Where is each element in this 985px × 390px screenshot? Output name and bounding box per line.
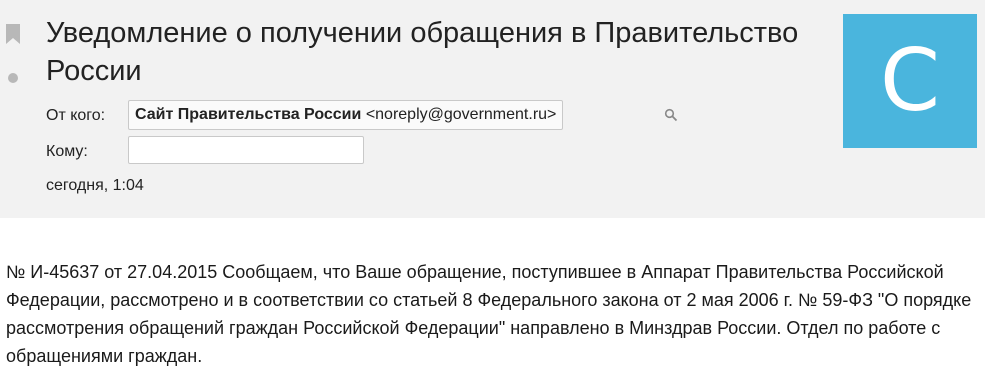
recipient-chip[interactable] <box>128 136 364 164</box>
sender-avatar: C <box>843 14 977 148</box>
from-label: От кого: <box>46 107 106 124</box>
message-date: сегодня, 1:04 <box>46 177 144 194</box>
message-subject: Уведомление о получении обращения в Прав… <box>46 17 799 87</box>
sender-name: Сайт Правительства России <box>135 106 362 123</box>
sender-chip[interactable]: Сайт Правительства России <noreply@gover… <box>128 100 564 130</box>
sender-email: <noreply@government.ru> <box>365 106 557 123</box>
message-header: Уведомление о получении обращения в Прав… <box>0 0 985 218</box>
unread-dot-icon[interactable] <box>8 73 18 83</box>
search-icon[interactable] <box>664 108 678 122</box>
bookmark-icon[interactable] <box>6 24 20 44</box>
message-body: № И-45637 от 27.04.2015 Сообщаем, что Ва… <box>6 262 972 366</box>
to-label: Кому: <box>46 143 88 160</box>
